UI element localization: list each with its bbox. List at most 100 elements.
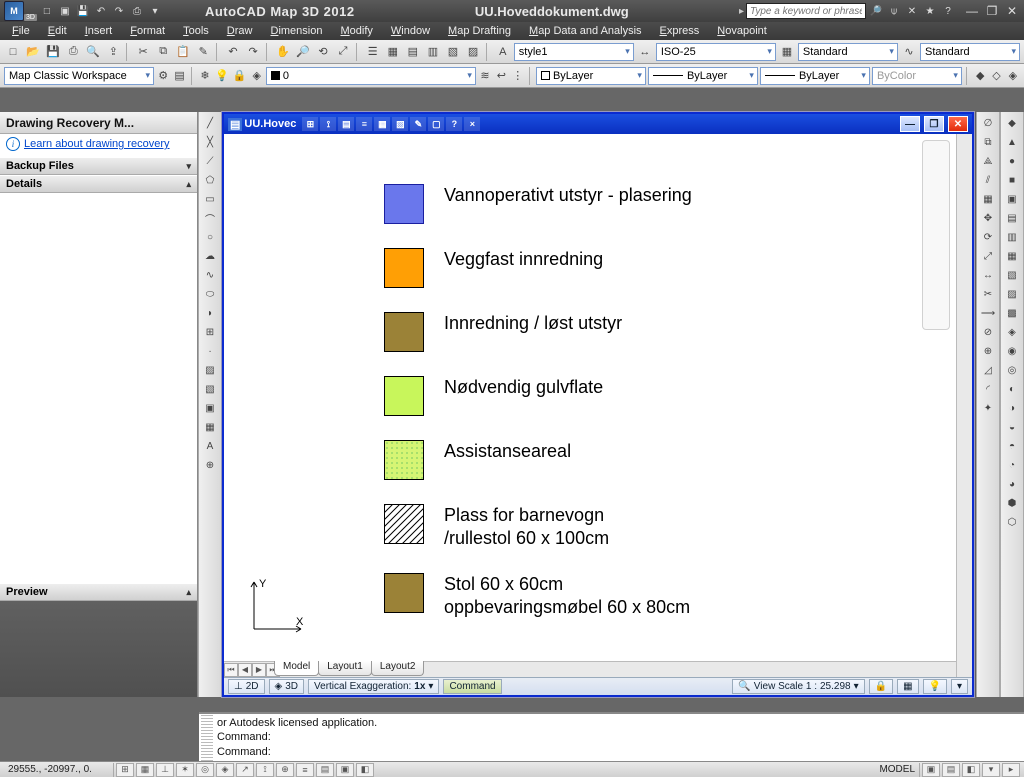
layer-iso-icon[interactable]: ◈ (250, 66, 264, 86)
rect-icon[interactable]: ▭ (200, 190, 220, 208)
doc-tb-8-icon[interactable]: ▢ (428, 117, 444, 131)
paste-icon[interactable]: 📋 (174, 42, 192, 62)
chamfer-icon[interactable]: ◿ (978, 361, 998, 379)
ml-style-icon[interactable]: ∿ (900, 42, 918, 62)
canvas[interactable]: Vannoperativt utstyr - plaseringVeggfast… (224, 134, 972, 677)
menu-insert[interactable]: Insert (76, 24, 122, 38)
menu-edit[interactable]: Edit (39, 24, 76, 38)
save-icon[interactable]: 💾 (44, 42, 62, 62)
menu-draw[interactable]: Draw (218, 24, 262, 38)
command-grip[interactable] (201, 714, 213, 761)
layer-bulb-icon[interactable]: 💡 (214, 66, 230, 86)
toolpal-icon[interactable]: ▤ (404, 42, 422, 62)
sb-tray-icon[interactable]: ▸ (1002, 763, 1020, 777)
mirror-icon[interactable]: ⟁ (978, 152, 998, 170)
qat-more-icon[interactable]: ▾ (147, 3, 163, 19)
doc-tb-2-icon[interactable]: ⟟ (320, 117, 336, 131)
text-style-select[interactable]: style1 (514, 43, 634, 61)
sb-r1-icon[interactable]: ▣ (922, 763, 940, 777)
prop-icon[interactable]: ☰ (364, 42, 382, 62)
zoom-ext-icon[interactable]: ⤢ (334, 42, 352, 62)
help-search-input[interactable] (746, 3, 866, 19)
np-icon-1[interactable]: ◆ (973, 66, 987, 86)
doc-maximize-button[interactable]: ❐ (924, 116, 944, 132)
map-13-icon[interactable]: ◉ (1002, 342, 1022, 360)
close-button[interactable]: ✕ (1004, 4, 1020, 18)
sign-in-icon[interactable]: ⍦ (886, 3, 902, 19)
color-select[interactable]: ByLayer (536, 67, 646, 85)
break-icon[interactable]: ⊘ (978, 323, 998, 341)
workspace-select[interactable]: Map Classic Workspace (4, 67, 154, 85)
sb-qp-icon[interactable]: ▣ (336, 763, 354, 777)
doc-tb-3-icon[interactable]: ▤ (338, 117, 354, 131)
table-style-icon[interactable]: ▦ (778, 42, 796, 62)
sb-polar-icon[interactable]: ✶ (176, 763, 194, 777)
doc-tb-5-icon[interactable]: ▦ (374, 117, 390, 131)
map-6-icon[interactable]: ▤ (1002, 209, 1022, 227)
qat-undo-icon[interactable]: ↶ (93, 3, 109, 19)
layer-prev-icon[interactable]: ↩ (494, 66, 508, 86)
command-line[interactable]: or Autodesk licensed application. Comman… (199, 712, 1024, 761)
menu-dimension[interactable]: Dimension (261, 24, 331, 38)
search-icon[interactable]: 🔎 (868, 3, 884, 19)
line-icon[interactable]: ╱ (200, 114, 220, 132)
copy-obj-icon[interactable]: ⧉ (978, 133, 998, 151)
sb-tpy-icon[interactable]: ▤ (316, 763, 334, 777)
stretch-icon[interactable]: ↔ (978, 266, 998, 284)
menu-modify[interactable]: Modify (331, 24, 381, 38)
cut-icon[interactable]: ✂ (134, 42, 152, 62)
doc-tb-6-icon[interactable]: ▨ (392, 117, 408, 131)
map-9-icon[interactable]: ▧ (1002, 266, 1022, 284)
doc-menu-icon[interactable]: ▤ (228, 118, 242, 131)
help-icon[interactable]: ? (940, 3, 956, 19)
join-icon[interactable]: ⊕ (978, 342, 998, 360)
menu-novapoint[interactable]: Novapoint (708, 24, 776, 38)
qat-print-icon[interactable]: ⎙ (129, 3, 145, 19)
map-15-icon[interactable]: ◐ (1002, 380, 1022, 398)
undo-icon[interactable]: ↶ (224, 42, 242, 62)
preview-header[interactable]: Preview▴ (0, 583, 197, 601)
preview-icon[interactable]: 🔍 (84, 42, 102, 62)
map-2-icon[interactable]: ▲ (1002, 133, 1022, 151)
arc-icon[interactable]: ⌒ (200, 209, 220, 227)
qat-open-icon[interactable]: ▣ (57, 3, 73, 19)
markup-icon[interactable]: ▧ (444, 42, 462, 62)
scale-icon[interactable]: ⤢ (978, 247, 998, 265)
dcenter-icon[interactable]: ▦ (384, 42, 402, 62)
sb-lwt-icon[interactable]: ≡ (296, 763, 314, 777)
layout-tab-layout2[interactable]: Layout2 (371, 661, 425, 676)
plotstyle-select[interactable]: ByColor (872, 67, 962, 85)
open-icon[interactable]: 📂 (24, 42, 42, 62)
ds-bulb-icon[interactable]: 💡 (923, 679, 947, 694)
menu-map-drafting[interactable]: Map Drafting (439, 24, 520, 38)
scrollbar-horizontal[interactable]: ⏮ ◀ ▶ ⏭ Model Layout1 Layout2 (224, 661, 956, 677)
doc-tb-close-icon[interactable]: × (464, 117, 480, 131)
np-icon-3[interactable]: ◈ (1006, 66, 1020, 86)
map-1-icon[interactable]: ◆ (1002, 114, 1022, 132)
workspace-gear-icon[interactable]: ⚙ (156, 66, 170, 86)
menu-express[interactable]: Express (651, 24, 709, 38)
tab-prev-icon[interactable]: ◀ (238, 663, 252, 677)
ellipse-icon[interactable]: ⬭ (200, 285, 220, 303)
sb-ortho-icon[interactable]: ⊥ (156, 763, 174, 777)
scrollbar-vertical[interactable] (956, 134, 972, 677)
view-scale[interactable]: 🔍 View Scale 1 : 25.298 ▾ (732, 679, 864, 694)
doc-minimize-button[interactable]: — (900, 116, 920, 132)
map-22-icon[interactable]: ⬡ (1002, 513, 1022, 531)
pan-icon[interactable]: ✋ (274, 42, 292, 62)
lineweight-select[interactable]: ByLayer (760, 67, 870, 85)
tab-next-icon[interactable]: ▶ (252, 663, 266, 677)
erase-icon[interactable]: ∅ (978, 114, 998, 132)
map-16-icon[interactable]: ◑ (1002, 399, 1022, 417)
zoom-prev-icon[interactable]: ⟲ (314, 42, 332, 62)
model-paper-toggle[interactable]: MODEL (875, 763, 920, 777)
map-11-icon[interactable]: ▩ (1002, 304, 1022, 322)
favorite-icon[interactable]: ★ (922, 3, 938, 19)
map-8-icon[interactable]: ▦ (1002, 247, 1022, 265)
exchange-icon[interactable]: ✕ (904, 3, 920, 19)
vert-exag-button[interactable]: Vertical Exaggeration: 1x ▾ (308, 679, 439, 694)
layout-tab-model[interactable]: Model (274, 661, 319, 676)
block-icon[interactable]: ⊞ (200, 323, 220, 341)
map-7-icon[interactable]: ▥ (1002, 228, 1022, 246)
app-menu-button[interactable]: M (4, 1, 24, 21)
